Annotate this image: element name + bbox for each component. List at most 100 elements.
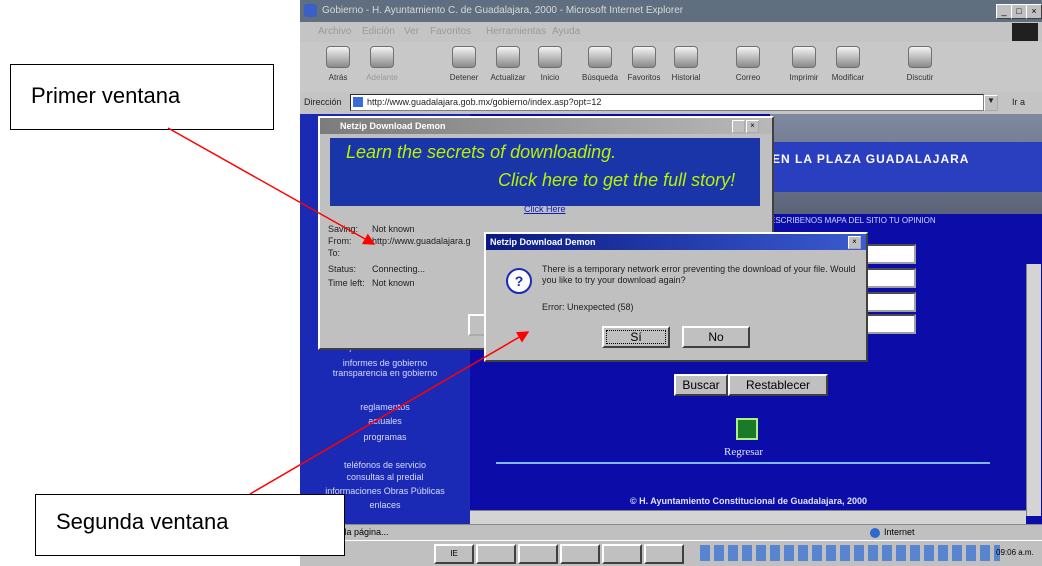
menu-ver[interactable]: Ver <box>404 26 419 37</box>
search-button[interactable]: Búsqueda <box>576 46 624 82</box>
clock: 09:06 a.m. <box>996 548 1034 557</box>
menu-bar: Archivo Edición Ver Favoritos Herramient… <box>300 22 1042 42</box>
task-button-6[interactable] <box>644 544 684 564</box>
yes-button[interactable]: Sí <box>602 326 670 348</box>
address-input[interactable]: http://www.guadalajara.gob.mx/gobierno/i… <box>350 94 984 111</box>
toolbar: Atrás Adelante Detener Actualizar Inicio… <box>300 42 1042 93</box>
stop-button[interactable]: Detener <box>440 46 488 82</box>
discuss-button[interactable]: Discutir <box>896 46 944 82</box>
discuss-icon <box>908 46 932 68</box>
top-links[interactable]: ESCRIBENOS MAPA DEL SITIO TU OPINION <box>770 214 1042 228</box>
menu-ayuda[interactable]: Ayuda <box>552 26 580 37</box>
ad-line-2: Click here to get the full story! <box>498 170 736 190</box>
print-button[interactable]: Imprimir <box>780 46 828 82</box>
form-field-4[interactable] <box>864 314 916 334</box>
back-button[interactable]: Atrás <box>314 46 362 82</box>
go-button[interactable]: Ir a <box>1012 97 1025 107</box>
regresar-icon[interactable] <box>736 418 758 440</box>
footer-text: © H. Ayuntamiento Constitucional de Guad… <box>630 496 868 506</box>
to-label: To: <box>328 248 341 258</box>
stop-icon <box>452 46 476 68</box>
restablecer-button[interactable]: Restablecer <box>728 374 828 396</box>
from-label: From: <box>328 236 352 246</box>
task-button-3[interactable] <box>518 544 558 564</box>
error-message: There is a temporary network error preve… <box>542 264 856 285</box>
favorites-button[interactable]: Favoritos <box>620 46 668 82</box>
edit-button[interactable]: Modificar <box>824 46 872 82</box>
time-left-value: Not known <box>372 278 415 288</box>
form-field-3[interactable] <box>864 292 916 312</box>
minimize-button[interactable]: _ <box>996 4 1012 19</box>
status-bar: Abriendo la página... Internet <box>300 524 1042 541</box>
nav-actuales[interactable]: actuales <box>300 416 470 426</box>
nav-transparencia[interactable]: transparencia en gobierno <box>300 368 470 378</box>
saving-label: Saving: <box>328 224 359 234</box>
history-icon <box>674 46 698 68</box>
form-field-1[interactable] <box>864 244 916 264</box>
from-value: http://www.guadalajara.g <box>372 236 471 246</box>
menu-edicion[interactable]: Edición <box>362 26 395 37</box>
address-bar: Dirección http://www.guadalajara.gob.mx/… <box>300 92 1042 114</box>
nav-telefonos[interactable]: teléfonos de servicio <box>300 460 470 470</box>
task-button-1[interactable]: IE <box>434 544 474 564</box>
window-title: Gobierno - H. Ayuntamiento C. de Guadala… <box>322 5 684 16</box>
home-icon <box>538 46 562 68</box>
vertical-scrollbar[interactable] <box>1026 264 1041 516</box>
task-button-2[interactable] <box>476 544 516 564</box>
nav-programas[interactable]: programas <box>300 432 470 442</box>
menu-favoritos[interactable]: Favoritos <box>430 26 471 37</box>
ie-logo-icon <box>304 4 317 17</box>
no-button[interactable]: No <box>682 326 750 348</box>
banner: EN LA PLAZA GUADALAJARA <box>770 142 1042 192</box>
question-icon: ? <box>506 268 532 294</box>
zone-text: Internet <box>884 527 915 537</box>
history-button[interactable]: Historial <box>662 46 710 82</box>
form-field-2[interactable] <box>864 268 916 288</box>
error-dialog: Netzip Download Demon × ? There is a tem… <box>484 232 868 362</box>
tray-icons <box>700 545 1000 561</box>
nav-reglamentos[interactable]: reglamentos <box>300 402 470 412</box>
status-value: Connecting... <box>372 264 426 274</box>
maximize-button[interactable]: □ <box>1011 4 1027 19</box>
title-bar: Gobierno - H. Ayuntamiento C. de Guadala… <box>300 0 1042 22</box>
nav-informes[interactable]: informes de gobierno <box>300 358 470 368</box>
click-here-link[interactable]: Click Here <box>524 204 566 214</box>
download-dialog-title: Netzip Download Demon <box>320 118 772 134</box>
back-arrow-icon <box>326 46 350 68</box>
callout-first-window: Primer ventana <box>10 64 274 130</box>
ad-line-1: Learn the secrets of downloading. <box>346 142 617 162</box>
refresh-icon <box>496 46 520 68</box>
banner-text: EN LA PLAZA GUADALAJARA <box>772 152 970 166</box>
close-button[interactable]: × <box>1026 4 1042 19</box>
task-button-5[interactable] <box>602 544 642 564</box>
footer-frame <box>496 462 990 516</box>
task-button-4[interactable] <box>560 544 600 564</box>
home-button[interactable]: Inicio <box>526 46 574 82</box>
error-close-button[interactable]: × <box>848 236 861 249</box>
favorites-icon <box>632 46 656 68</box>
buscar-button[interactable]: Buscar <box>674 374 728 396</box>
print-icon <box>792 46 816 68</box>
page-icon <box>353 97 363 107</box>
menu-herramientas[interactable]: Herramientas <box>486 26 546 37</box>
menu-archivo[interactable]: Archivo <box>318 26 351 37</box>
edit-icon <box>836 46 860 68</box>
error-code: Error: Unexpected (58) <box>542 302 634 312</box>
ad-banner[interactable]: Learn the secrets of downloading. Click … <box>330 138 760 206</box>
status-label: Status: <box>328 264 357 274</box>
dialog-minimize-button[interactable] <box>732 120 745 133</box>
dropdown-icon[interactable]: ▼ <box>984 95 998 111</box>
regresar-link[interactable]: Regresar <box>724 446 763 458</box>
refresh-button[interactable]: Actualizar <box>484 46 532 82</box>
globe-icon <box>870 528 880 538</box>
dialog-close-button[interactable]: × <box>746 120 759 133</box>
search-icon <box>588 46 612 68</box>
nav-predial[interactable]: consultas al predial <box>300 472 470 482</box>
mail-button[interactable]: Correo <box>724 46 772 82</box>
horizontal-scrollbar[interactable] <box>470 510 1026 525</box>
address-label: Dirección <box>304 97 342 107</box>
forward-button[interactable]: Adelante <box>358 46 406 82</box>
saving-value: Not known <box>372 224 415 234</box>
callout-second-window: Segunda ventana <box>35 494 345 556</box>
time-left-label: Time left: <box>328 278 365 288</box>
